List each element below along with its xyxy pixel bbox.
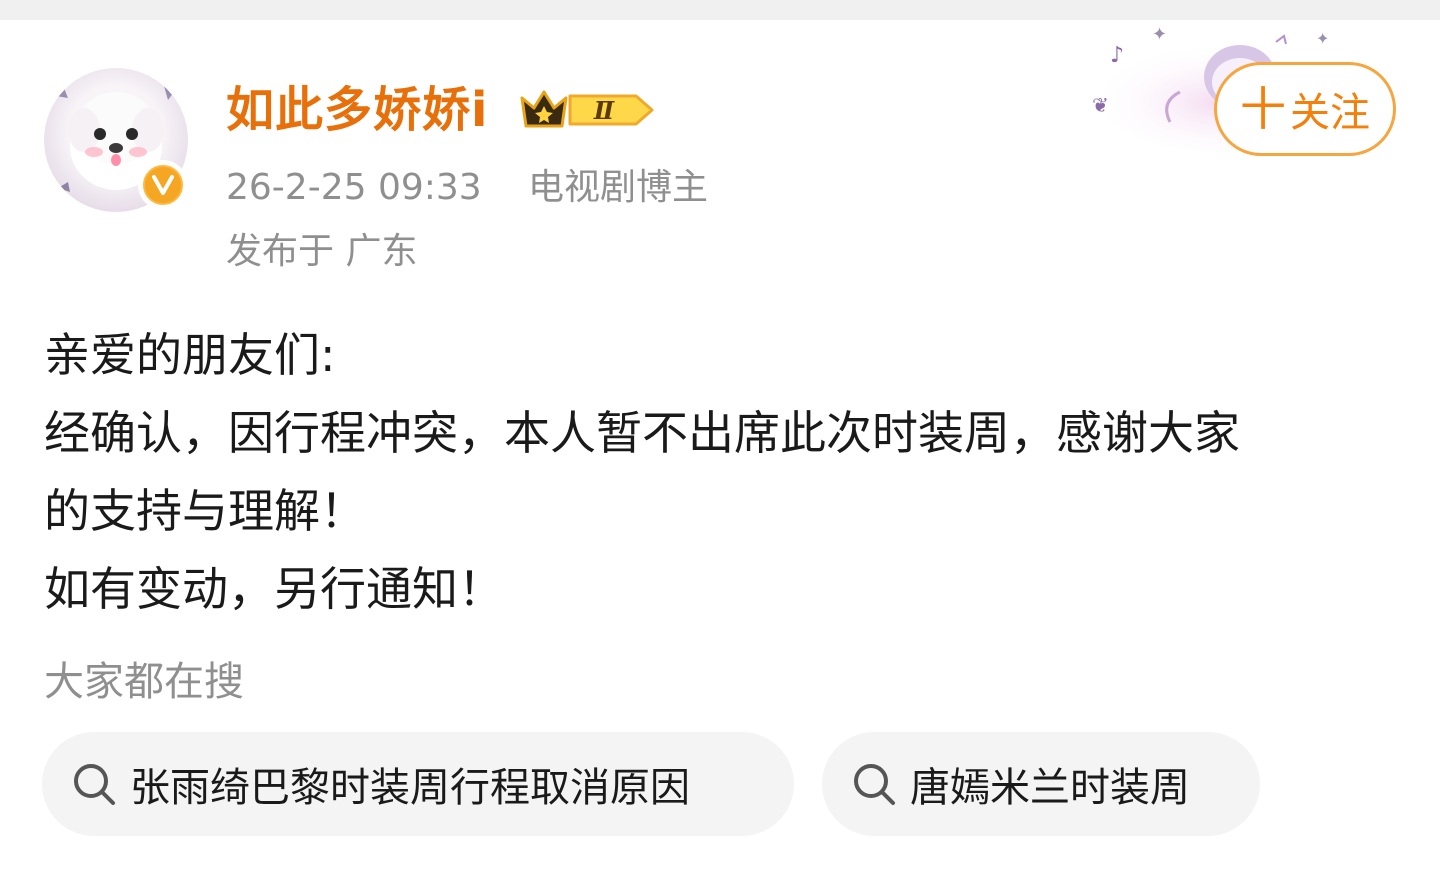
- follow-label: 关注: [1290, 90, 1370, 136]
- post-line: 的支持与理解！: [44, 484, 366, 538]
- svg-text:❦: ❦: [1092, 93, 1109, 117]
- crown-rank-icon: Ⅱ: [520, 90, 654, 128]
- post-line: 如有变动，另行通知！: [44, 562, 504, 616]
- rank-badge-label: Ⅱ: [593, 96, 615, 125]
- trending-search-label: 张雨绮巴黎时装周行程取消原因: [130, 765, 690, 811]
- v-verified-icon: [143, 165, 183, 205]
- follow-button[interactable]: 十 关注: [1214, 62, 1396, 156]
- trending-search-chip[interactable]: 张雨绮巴黎时装周行程取消原因: [42, 732, 794, 836]
- trending-search-label: 唐嫣米兰时装周: [910, 765, 1190, 811]
- top-divider-bar: [0, 0, 1440, 20]
- plus-icon: 十: [1240, 82, 1286, 136]
- svg-text:♪: ♪: [1110, 43, 1124, 68]
- blogger-category: 电视剧博主: [528, 167, 709, 208]
- svg-text:✦: ✦: [1316, 29, 1329, 48]
- verified-badge: [138, 160, 188, 210]
- svg-text:✦: ✦: [1152, 24, 1167, 45]
- post-line: 经确认，因行程冲突，本人暂不出席此次时装周，感谢大家: [44, 406, 1240, 460]
- username[interactable]: 如此多娇娇i: [226, 78, 488, 142]
- post-content: 亲爱的朋友们: 经确认，因行程冲突，本人暂不出席此次时装周，感谢大家 的支持与理…: [44, 316, 1414, 628]
- post-location: 发布于 广东: [226, 231, 418, 272]
- trending-search-heading: 大家都在搜: [44, 659, 244, 705]
- post-line: 亲爱的朋友们:: [44, 328, 336, 382]
- search-icon: [74, 764, 115, 805]
- post-time: 26-2-25 09:33: [226, 167, 482, 208]
- trending-search-chip[interactable]: 唐嫣米兰时装周: [822, 732, 1260, 836]
- search-icon: [854, 764, 895, 805]
